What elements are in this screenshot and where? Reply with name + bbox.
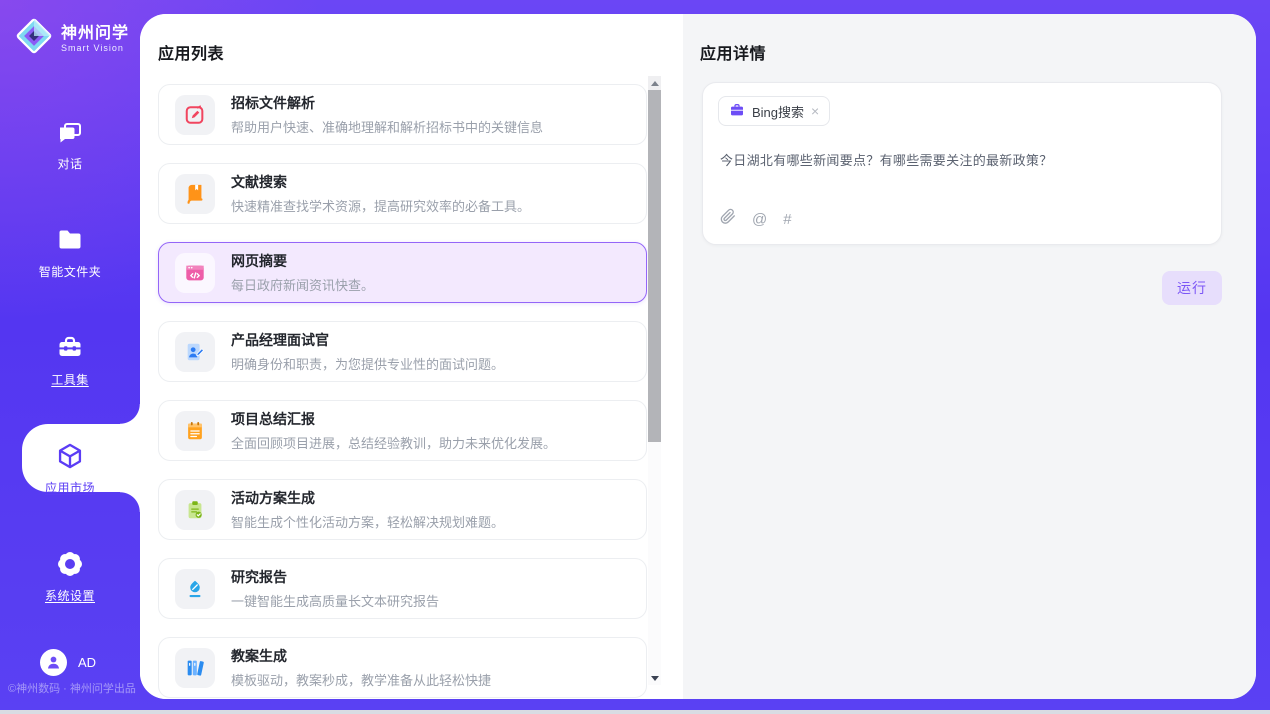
tool-chip-label: Bing搜索 (752, 102, 804, 121)
research-icon (175, 569, 215, 609)
run-button[interactable]: 运行 (1162, 271, 1222, 305)
logo: 神州问学 Smart Vision (0, 0, 140, 61)
app-card-description: 帮助用户快速、准确地理解和解析招标书中的关键信息 (231, 117, 543, 136)
app-list-title: 应用列表 (158, 40, 224, 64)
app-card-literature-search[interactable]: 文献搜索 快速精准查找学术资源，提高研究效率的必备工具。 (158, 163, 647, 224)
paperclip-icon[interactable] (720, 208, 736, 230)
prompt-toolbar: @ # (718, 208, 1206, 230)
avatar (40, 649, 67, 676)
prompt-text[interactable]: 今日湖北有哪些新闻要点？有哪些需要关注的最新政策？ (718, 150, 1206, 169)
app-card-title: 产品经理面试官 (231, 330, 504, 350)
app-card-description: 全面回顾项目进展，总结经验教训，助力未来优化发展。 (231, 433, 556, 452)
app-card-research-report[interactable]: 研究报告 一键智能生成高质量长文本研究报告 (158, 558, 647, 619)
folder-icon (56, 226, 84, 254)
app-card-title: 招标文件解析 (231, 93, 543, 113)
app-card-description: 每日政府新闻资讯快查。 (231, 275, 374, 294)
scroll-down-arrow-icon[interactable] (648, 671, 661, 685)
document-edit-icon (175, 95, 215, 135)
briefcase-icon (729, 102, 745, 121)
app-card-bid-analysis[interactable]: 招标文件解析 帮助用户快速、准确地理解和解析招标书中的关键信息 (158, 84, 647, 145)
app-card-event-plan[interactable]: 活动方案生成 智能生成个性化活动方案，轻松解决规划难题。 (158, 479, 647, 540)
sidebar-item-label: 智能文件夹 (39, 263, 102, 280)
window-bottom-strip (0, 710, 1270, 714)
app-card-project-summary[interactable]: 项目总结汇报 全面回顾项目进展，总结经验教训，助力未来优化发展。 (158, 400, 647, 461)
user-profile[interactable]: AD (40, 649, 96, 676)
app-list-panel: 应用列表 招标文件解析 帮助用户快速、准确地理解和解析招标书中的关键信息 (140, 14, 683, 699)
main-content: 应用列表 招标文件解析 帮助用户快速、准确地理解和解析招标书中的关键信息 (140, 14, 1256, 699)
scroll-up-arrow-icon[interactable] (648, 76, 661, 90)
sidebar-item-smart-folder[interactable]: 智能文件夹 (0, 226, 140, 334)
app-card-title: 网页摘要 (231, 251, 374, 271)
app-card-description: 一键智能生成高质量长文本研究报告 (231, 591, 439, 610)
scrollbar[interactable] (648, 76, 661, 685)
app-card-title: 文献搜索 (231, 172, 530, 192)
app-card-title: 教案生成 (231, 646, 491, 666)
logo-subtitle: Smart Vision (61, 43, 129, 53)
user-name: AD (78, 655, 96, 670)
app-card-description: 模板驱动，教案秒成，教学准备从此轻松快捷 (231, 670, 491, 689)
mention-icon[interactable]: @ (752, 211, 767, 228)
prompt-card[interactable]: Bing搜索 × 今日湖北有哪些新闻要点？有哪些需要关注的最新政策？ @ # (702, 82, 1222, 245)
sidebar: 神州问学 Smart Vision 对话 (0, 0, 140, 710)
logo-title: 神州问学 (61, 25, 129, 43)
browser-code-icon (175, 253, 215, 293)
book-icon (175, 174, 215, 214)
app-window: 神州问学 Smart Vision 对话 (0, 0, 1270, 714)
sidebar-item-settings[interactable]: 系统设置 (0, 550, 140, 658)
app-card-title: 活动方案生成 (231, 488, 504, 508)
sidebar-item-chat[interactable]: 对话 (0, 118, 140, 226)
clipboard-check-icon (175, 490, 215, 530)
toolbox-icon (56, 334, 84, 362)
app-card-lesson-plan[interactable]: 教案生成 模板驱动，教案秒成，教学准备从此轻松快捷 (158, 637, 647, 698)
app-card-description: 明确身份和职责，为您提供专业性的面试问题。 (231, 354, 504, 373)
cube-icon (56, 442, 84, 470)
interviewer-icon (175, 332, 215, 372)
app-card-description: 快速精准查找学术资源，提高研究效率的必备工具。 (231, 196, 530, 215)
sidebar-item-label: 系统设置 (45, 587, 95, 604)
sidebar-footer: ©神州数码 · 神州问学出品 (8, 680, 140, 696)
sidebar-item-label: 应用市场 (45, 479, 95, 496)
app-detail-panel: 应用详情 Bing搜索 × 今日湖北有哪些新闻要点？有哪些需要关注的最新政策？ (683, 14, 1256, 699)
app-card-title: 项目总结汇报 (231, 409, 556, 429)
chat-icon (56, 118, 84, 146)
tool-chip-bing-search[interactable]: Bing搜索 × (718, 96, 830, 126)
app-card-web-summary[interactable]: 网页摘要 每日政府新闻资讯快查。 (158, 242, 647, 303)
report-note-icon (175, 411, 215, 451)
scrollbar-thumb[interactable] (648, 90, 661, 442)
books-icon (175, 648, 215, 688)
sidebar-item-label: 工具集 (51, 371, 89, 388)
sidebar-item-label: 对话 (57, 155, 82, 172)
app-card-description: 智能生成个性化活动方案，轻松解决规划难题。 (231, 512, 504, 531)
app-detail-title: 应用详情 (700, 40, 766, 64)
close-icon[interactable]: × (811, 104, 819, 118)
gear-icon (56, 550, 84, 578)
hash-icon[interactable]: # (783, 211, 791, 228)
gem-logo-icon (14, 16, 54, 61)
app-card-title: 研究报告 (231, 567, 439, 587)
app-card-list: 招标文件解析 帮助用户快速、准确地理解和解析招标书中的关键信息 文献搜索 (158, 84, 647, 699)
sidebar-nav: 对话 智能文件夹 (0, 118, 140, 658)
sidebar-item-app-market[interactable]: 应用市场 (0, 442, 140, 550)
app-card-pm-interviewer[interactable]: 产品经理面试官 明确身份和职责，为您提供专业性的面试问题。 (158, 321, 647, 382)
